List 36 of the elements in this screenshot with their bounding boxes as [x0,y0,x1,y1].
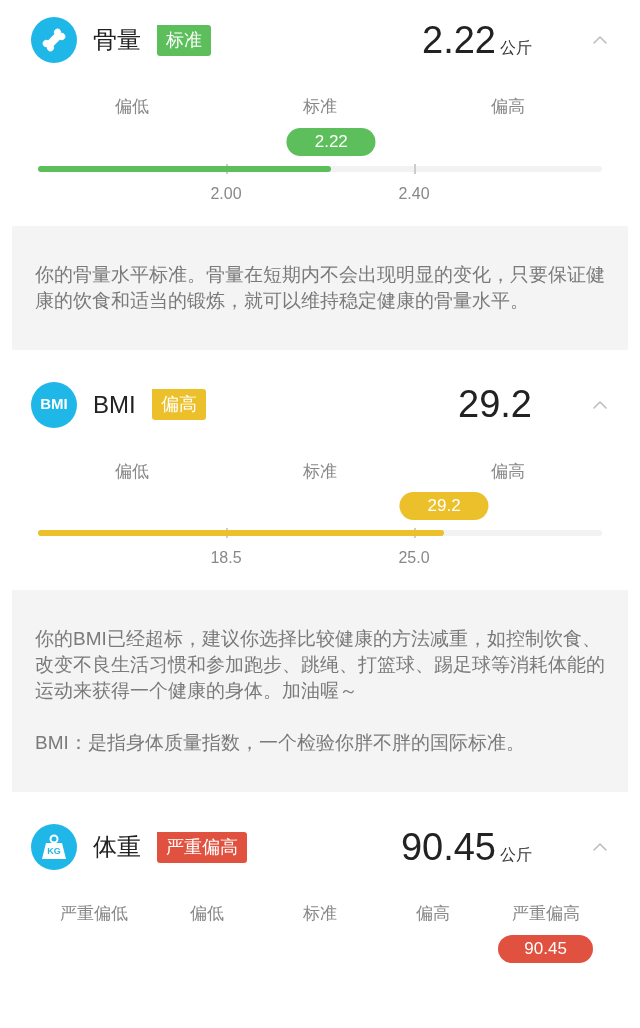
metric-value: 29.2 [458,382,532,427]
metric-value: 2.22 [422,17,496,63]
note-text: BMI：是指身体质量指数，一个检验你胖不胖的国际标准。 [35,731,526,755]
bmi-icon: BMI [31,381,77,428]
metric-title: 体重 [93,832,141,862]
reading-bubble: 2.22 [286,127,376,156]
unit-label: 公斤 [500,37,532,58]
status-tag: 标准 [157,24,211,56]
reading-bubble: 29.2 [399,492,489,520]
metric-value: 90.45 [400,824,496,870]
note-text: 你的骨量水平标准。骨量在短期内不会出现明显的变化，只要保证健康的饮食和适当的锻炼，就可以维持稳定健康的骨量水平。 [35,262,605,313]
bone-icon [31,17,77,63]
threshold-tick [414,163,416,174]
status-tag: 严重偏高 [157,831,247,863]
scale-label: 标准 [303,460,337,483]
threshold-label: 2.40 [398,183,430,204]
scale-label: 标准 [303,903,337,925]
metric-title: 骨量 [93,25,141,55]
scale-label: 标准 [303,96,337,118]
scale-label: 偏低 [115,96,149,118]
reading-bubble: 90.45 [498,934,593,963]
scale-label: 偏高 [415,903,450,925]
threshold-label: 2.00 [210,183,242,204]
scale-label: 严重偏低 [60,903,129,925]
scale-label: 偏低 [190,903,225,925]
scale-label: 严重偏高 [511,903,580,925]
scale-label: 偏高 [491,460,525,483]
metric-title: BMI [93,389,136,420]
scale-label: 偏低 [115,460,149,483]
weight-icon: KG [31,824,77,870]
unit-label: 公斤 [500,844,532,865]
threshold-label: 18.5 [210,548,242,568]
note-text: 你的BMI已经超标，建议你选择比较健康的方法减重，如控制饮食、改变不良生活习惯和参加跑步、跳绳、打篮球、踢足球等消耗体能的运动来获得一个健康的身体。加油喔～ [35,627,605,703]
threshold-label: 25.0 [398,548,430,568]
status-tag: 偏高 [151,389,206,420]
scale-label: 偏高 [491,96,525,118]
